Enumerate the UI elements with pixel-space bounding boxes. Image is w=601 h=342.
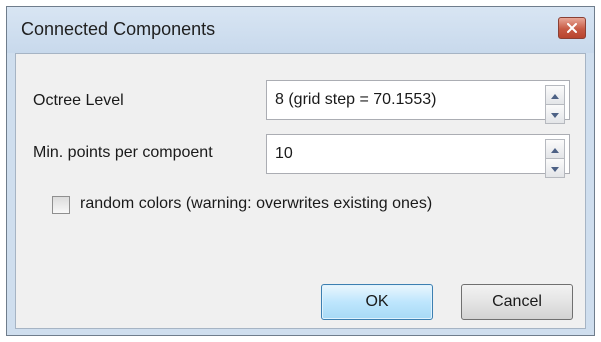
spin-down-icon <box>551 105 559 123</box>
octree-level-increment-button[interactable] <box>545 85 565 105</box>
spin-up-icon <box>551 86 559 104</box>
close-icon <box>567 23 577 33</box>
min-points-label: Min. points per compoent <box>33 144 213 161</box>
spin-up-icon <box>551 140 559 158</box>
octree-level-spinbox[interactable]: 8 (grid step = 70.1553) <box>266 80 570 124</box>
ok-button[interactable]: OK <box>321 284 433 320</box>
min-points-increment-button[interactable] <box>545 139 565 159</box>
min-points-spinbox[interactable]: 10 <box>266 134 570 178</box>
spin-down-icon <box>551 159 559 177</box>
octree-level-spin-buttons <box>545 85 565 124</box>
octree-level-decrement-button[interactable] <box>545 105 565 124</box>
random-colors-checkbox[interactable] <box>52 196 70 214</box>
min-points-value[interactable]: 10 <box>275 145 293 163</box>
min-points-decrement-button[interactable] <box>545 159 565 178</box>
close-button[interactable] <box>558 17 586 39</box>
min-points-spin-buttons <box>545 139 565 178</box>
connected-components-dialog: Connected Components Octree Level 8 (gri… <box>6 6 595 336</box>
title-bar[interactable]: Connected Components <box>7 7 594 53</box>
cancel-button[interactable]: Cancel <box>461 284 573 320</box>
dialog-content: Octree Level 8 (grid step = 70.1553) Min… <box>15 53 586 329</box>
random-colors-label[interactable]: random colors (warning: overwrites exist… <box>80 195 432 213</box>
octree-level-value[interactable]: 8 (grid step = 70.1553) <box>275 91 436 109</box>
window-title: Connected Components <box>21 19 216 39</box>
octree-level-label: Octree Level <box>33 92 124 109</box>
